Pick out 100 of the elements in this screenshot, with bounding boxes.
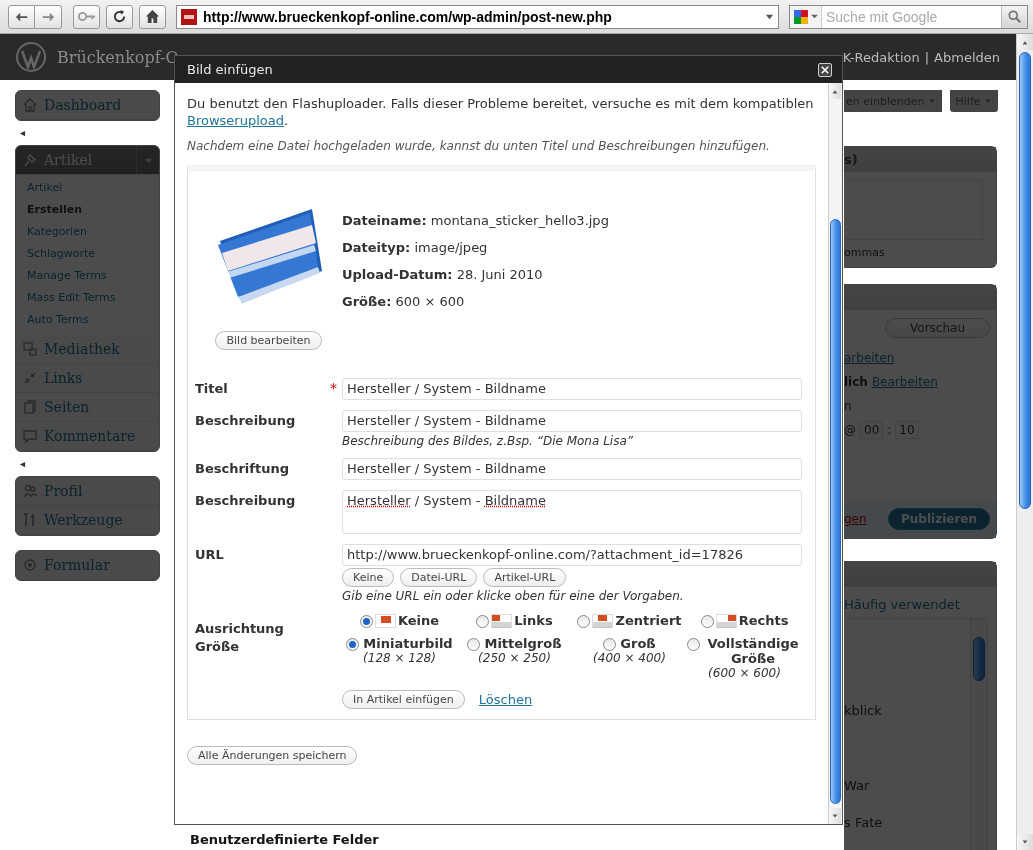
panel-title: Benutzerdefinierte Felder	[190, 832, 379, 847]
menu-item[interactable]: Kommentare	[16, 422, 159, 451]
url-preset-button[interactable]: Keine	[342, 568, 395, 587]
submenu-item[interactable]: Auto Terms	[16, 309, 159, 331]
category-label[interactable]: War	[844, 778, 970, 793]
gear-icon	[22, 557, 38, 573]
radio-button[interactable]	[467, 638, 481, 651]
key-button[interactable]	[73, 4, 100, 29]
submenu-item[interactable]: Mass Edit Terms	[16, 287, 159, 309]
publish-button[interactable]: Publizieren	[888, 508, 990, 530]
collapse-arrow-icon[interactable]	[19, 129, 26, 137]
option-label[interactable]: Zentriert	[615, 613, 682, 628]
address-bar[interactable]: http://www.brueckenkopf-online.com/wp-admin/post-new.php	[176, 4, 779, 29]
pages-icon	[22, 399, 38, 415]
back-button[interactable]	[8, 4, 35, 29]
menu-item[interactable]: Formular	[16, 551, 159, 580]
most-used-tab[interactable]: Häufig verwendet	[844, 597, 960, 612]
field-label: URL	[195, 546, 225, 562]
radio-button[interactable]	[577, 615, 591, 628]
menu-item[interactable]: Mediathek	[16, 335, 159, 364]
edit-image-button[interactable]: Bild bearbeiten	[215, 331, 322, 350]
radio-button[interactable]	[700, 615, 714, 628]
option-label[interactable]: Keine	[397, 613, 440, 628]
forward-button[interactable]	[35, 4, 62, 29]
file-info-text: Upload-Datum: 28. Juni 2010	[342, 267, 544, 282]
save-all-button[interactable]: Alle Änderungen speichern	[187, 746, 358, 765]
home-button[interactable]	[139, 4, 166, 29]
text-field[interactable]: Hersteller / System - Bildname	[342, 458, 802, 480]
option-label[interactable]: Mittelgroß	[484, 636, 562, 651]
house-icon	[22, 97, 38, 113]
menu-item[interactable]: Links	[16, 364, 159, 393]
dropdown-arrow-icon[interactable]	[765, 12, 774, 21]
hint-text: Nachdem eine Datei hochgeladen wurde, kannst du unten Titel und Beschreibungen hinzufügen.	[187, 139, 771, 153]
tags-field[interactable]	[844, 180, 983, 240]
logo-icon	[15, 41, 47, 73]
close-icon	[821, 65, 829, 74]
search-button[interactable]	[1001, 5, 1027, 28]
field-label: Beschreibung	[195, 492, 297, 508]
option-label[interactable]: Links	[514, 613, 553, 628]
option-label[interactable]: Groß	[620, 636, 656, 651]
edit-link[interactable]: Bearbeiten	[871, 375, 938, 389]
submenu-item[interactable]: Kategorien	[16, 221, 159, 243]
delete-link[interactable]: Löschen	[478, 692, 533, 707]
submenu-item[interactable]: Manage Terms	[16, 265, 159, 287]
search-field[interactable]: Suche mit Google	[789, 4, 1028, 29]
collapse-arrow-icon[interactable]	[19, 460, 26, 468]
radio-button[interactable]	[603, 638, 617, 651]
image-alignment-icon	[374, 613, 396, 628]
submenu-item[interactable]: Artikel	[16, 177, 159, 199]
menu-item[interactable]: Profil	[16, 477, 159, 506]
field-label: Größe	[195, 638, 241, 654]
required-mark: *	[330, 380, 337, 396]
file-info-text: Dateityp: image/jpeg	[342, 240, 489, 255]
hour-field[interactable]: 00	[860, 421, 884, 439]
speech-bubble-icon	[22, 428, 38, 444]
browser-upload-link[interactable]: Browserupload	[187, 113, 284, 128]
separator-text: |	[924, 49, 930, 65]
trash-link[interactable]: gen	[844, 512, 867, 526]
menu-item[interactable]: Dashboard	[16, 91, 159, 120]
field-label: Titel	[195, 380, 229, 396]
edit-link[interactable]: arbeiten	[844, 351, 895, 365]
caret-icon	[811, 13, 818, 20]
text-field[interactable]: Hersteller / System - Bildname	[342, 378, 802, 400]
scrollbar[interactable]	[828, 83, 842, 824]
category-label[interactable]: kblick	[844, 703, 970, 718]
tools-icon	[22, 512, 38, 528]
house-icon	[145, 9, 160, 24]
file-info-text: Größe: 600 × 600	[342, 294, 466, 309]
image-alignment-icon	[592, 613, 614, 628]
people-icon	[22, 483, 38, 499]
description-textarea[interactable]: Hersteller / System - Bildname	[342, 490, 802, 534]
close-button[interactable]	[818, 62, 832, 77]
image-alignment-icon	[715, 613, 737, 628]
submenu-item[interactable]: Erstellen	[16, 199, 159, 221]
key-icon	[77, 11, 96, 22]
radio-button[interactable]	[359, 615, 373, 628]
url-preset-button[interactable]: Artikel-URL	[483, 568, 567, 587]
search-engine-button[interactable]	[790, 5, 822, 28]
option-label[interactable]: Miniaturbild	[363, 636, 453, 651]
logout-link[interactable]: Abmelden	[934, 49, 1000, 65]
scrollbar[interactable]	[1016, 34, 1033, 850]
option-label[interactable]: Rechts	[738, 613, 789, 628]
insert-button[interactable]: In Artikel einfügen	[342, 690, 465, 709]
reload-button[interactable]	[106, 4, 133, 29]
scrollbar[interactable]	[970, 619, 987, 850]
menu-item[interactable]: Werkzeuge	[16, 506, 159, 535]
text-field[interactable]: Hersteller / System - Bildname	[342, 410, 802, 432]
url-field[interactable]: http://www.brueckenkopf-online.com/?attachment_id=17826	[342, 544, 802, 566]
minute-field[interactable]: 10	[895, 421, 919, 439]
url-preset-button[interactable]: Datei-URL	[400, 568, 478, 587]
option-label[interactable]: Vollständige Größe	[704, 636, 802, 666]
radio-button[interactable]	[687, 638, 700, 651]
radio-button[interactable]	[346, 638, 360, 651]
menu-item[interactable]: Seiten	[16, 393, 159, 422]
submenu-item[interactable]: Schlagworte	[16, 243, 159, 265]
user-link[interactable]: K-Redaktion	[842, 49, 920, 65]
help-text: Gib eine URL ein oder klicke oben für eine der Vorgaben.	[342, 589, 685, 603]
category-label[interactable]: s Fate	[844, 815, 970, 830]
down-arrow-icon	[1021, 838, 1029, 846]
radio-button[interactable]	[476, 615, 490, 628]
